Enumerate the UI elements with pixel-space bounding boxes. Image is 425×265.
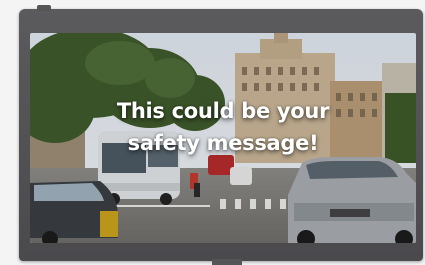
display-screen: This could be your safety message! [30,33,416,243]
safety-message: This could be your safety message! [30,95,416,159]
monitor-stand [212,259,242,265]
message-line-2: safety message! [127,131,319,155]
monitor-mount [37,5,51,11]
message-line-1: This could be your [116,99,330,123]
